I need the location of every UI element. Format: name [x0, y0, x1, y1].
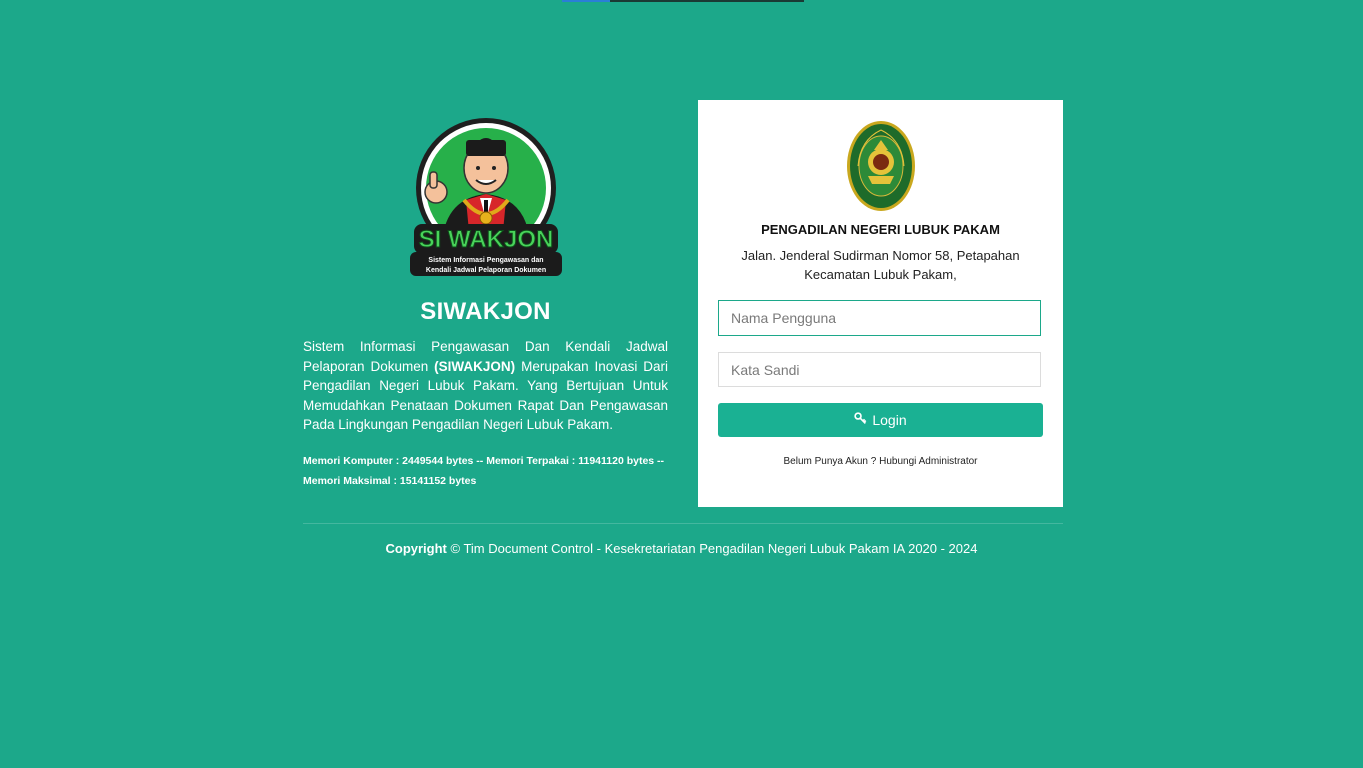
mascot-logo: SI WAKJON Sistem Informasi Pengawasan da…	[406, 100, 566, 284]
copyright-label: Copyright	[385, 541, 447, 556]
court-address-line-1: Jalan. Jenderal Sudirman Nomor 58, Petap…	[741, 248, 1020, 263]
court-address-line-2: Kecamatan Lubuk Pakam,	[804, 267, 957, 282]
logo-title-text: SI WAKJON	[418, 226, 553, 253]
key-icon	[854, 412, 867, 428]
footer-copyright: Copyright © Tim Document Control - Kesek…	[0, 541, 1363, 556]
login-button-label: Login	[872, 412, 907, 428]
memory-info: Memori Komputer : 2449544 bytes -- Memor…	[303, 451, 668, 491]
app-description: Sistem Informasi Pengawasan Dan Kendali …	[303, 337, 668, 435]
top-progress-bar	[562, 0, 804, 2]
svg-text:Sistem Informasi Pengawasan da: Sistem Informasi Pengawasan dan	[428, 257, 543, 264]
court-address: Jalan. Jenderal Sudirman Nomor 58, Petap…	[728, 246, 1033, 284]
memory-line-1: Memori Komputer : 2449544 bytes -- Memor…	[303, 454, 665, 467]
info-panel: SI WAKJON Sistem Informasi Pengawasan da…	[303, 100, 668, 491]
svg-text:Kendali Jadwal Pelaporan Dokum: Kendali Jadwal Pelaporan Dokumen	[425, 267, 545, 274]
username-input[interactable]	[718, 300, 1041, 336]
login-button[interactable]: Login	[718, 403, 1043, 437]
description-bold: (SIWAKJON)	[434, 358, 516, 374]
memory-line-2: Memori Maksimal : 15141152 bytes	[303, 474, 477, 487]
copyright-text: © Tim Document Control - Kesekretariatan…	[446, 541, 978, 556]
court-name: PENGADILAN NEGERI LUBUK PAKAM	[761, 222, 1000, 237]
signup-help-text: Belum Punya Akun ? Hubungi Administrator	[783, 456, 978, 467]
footer-divider	[303, 523, 1063, 524]
password-input[interactable]	[718, 352, 1041, 387]
login-card: PENGADILAN NEGERI LUBUK PAKAM Jalan. Jen…	[698, 100, 1063, 507]
app-title: SIWAKJON	[420, 298, 551, 325]
court-seal-logo	[846, 120, 916, 212]
